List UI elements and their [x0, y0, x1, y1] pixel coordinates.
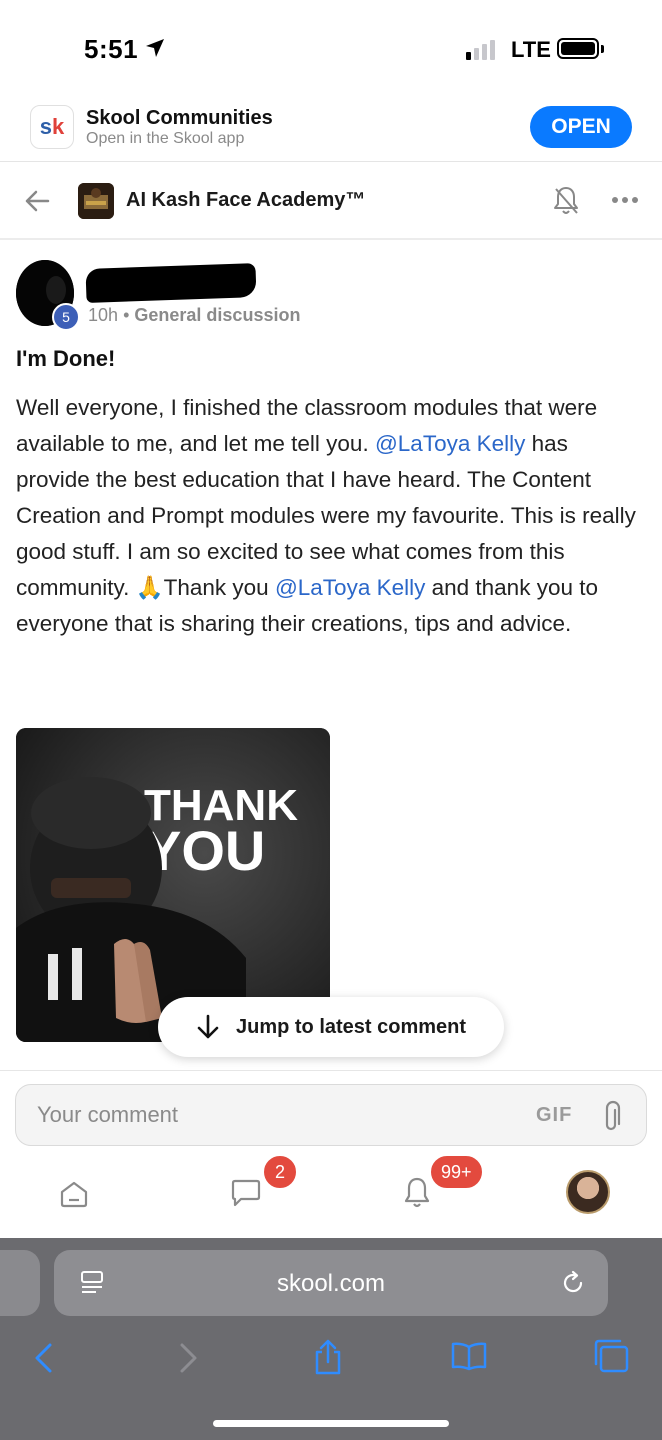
post-body: Well everyone, I finished the classroom … — [16, 395, 636, 636]
more-options-icon[interactable] — [612, 197, 638, 203]
attachment-icon[interactable] — [604, 1100, 626, 1132]
app-banner-title: Skool Communities — [86, 107, 273, 129]
post-title: I'm Done! — [16, 346, 116, 371]
comment-input[interactable]: Your comment GIF — [15, 1084, 647, 1146]
cell-signal-icon — [466, 40, 495, 60]
group-avatar[interactable] — [78, 183, 114, 219]
location-arrow-icon — [146, 39, 164, 57]
browser-back-icon[interactable] — [32, 1342, 56, 1374]
post-category[interactable]: General discussion — [134, 305, 300, 325]
comment-area: Your comment GIF — [0, 1070, 662, 1238]
open-app-button[interactable]: OPEN — [530, 106, 632, 148]
notifications-badge: 99+ — [429, 1154, 484, 1190]
notifications-icon[interactable] — [402, 1175, 432, 1211]
share-icon[interactable] — [312, 1338, 344, 1376]
mention-link[interactable]: @LaToya Kelly — [275, 575, 425, 600]
status-bar: 5:51 LTE — [0, 0, 662, 96]
gif-button[interactable]: GIF — [536, 1104, 572, 1127]
user-avatar[interactable] — [566, 1170, 610, 1214]
smart-app-banner: sk Skool Communities Open in the Skool a… — [0, 96, 662, 162]
browser-forward-icon[interactable] — [176, 1342, 200, 1374]
previous-tab[interactable] — [0, 1250, 40, 1316]
battery-icon — [557, 38, 599, 59]
jump-to-latest-comment-button[interactable]: Jump to latest comment — [158, 997, 504, 1057]
url-text: skool.com — [276, 1270, 386, 1297]
group-title[interactable]: AI Kash Face Academy™ — [126, 189, 365, 212]
chat-badge: 2 — [262, 1154, 298, 1190]
browser-chrome: skool.com — [0, 1238, 662, 1440]
group-header: AI Kash Face Academy™ — [0, 163, 662, 240]
address-bar[interactable]: skool.com — [54, 1250, 608, 1316]
back-arrow-icon[interactable] — [24, 189, 50, 213]
home-icon[interactable] — [58, 1178, 90, 1210]
bell-off-icon[interactable] — [552, 185, 580, 217]
comment-placeholder: Your comment — [37, 1102, 179, 1127]
bookmarks-icon[interactable] — [450, 1340, 488, 1372]
level-badge: 5 — [52, 303, 80, 331]
chat-icon[interactable] — [229, 1177, 263, 1209]
gif-caption-you: YOU — [144, 819, 265, 882]
status-time: 5:51 — [84, 34, 139, 64]
network-type: LTE — [511, 37, 551, 62]
post-meta: 10h • General discussion — [88, 305, 300, 326]
arrow-down-icon — [197, 1014, 219, 1039]
app-banner-subtitle: Open in the Skool app — [86, 130, 245, 147]
skool-logo: sk — [30, 105, 74, 149]
author-name-redacted — [85, 263, 257, 303]
post-age: 10h — [88, 305, 119, 325]
tabs-icon[interactable] — [592, 1338, 630, 1374]
meta-separator: • — [123, 305, 130, 325]
home-indicator — [213, 1420, 449, 1427]
mention-link[interactable]: @LaToya Kelly — [375, 431, 525, 456]
reload-icon[interactable] — [560, 1270, 586, 1296]
jump-button-label: Jump to latest comment — [236, 1015, 467, 1038]
thank-you-gif[interactable]: THANK YOU — [16, 728, 330, 1042]
